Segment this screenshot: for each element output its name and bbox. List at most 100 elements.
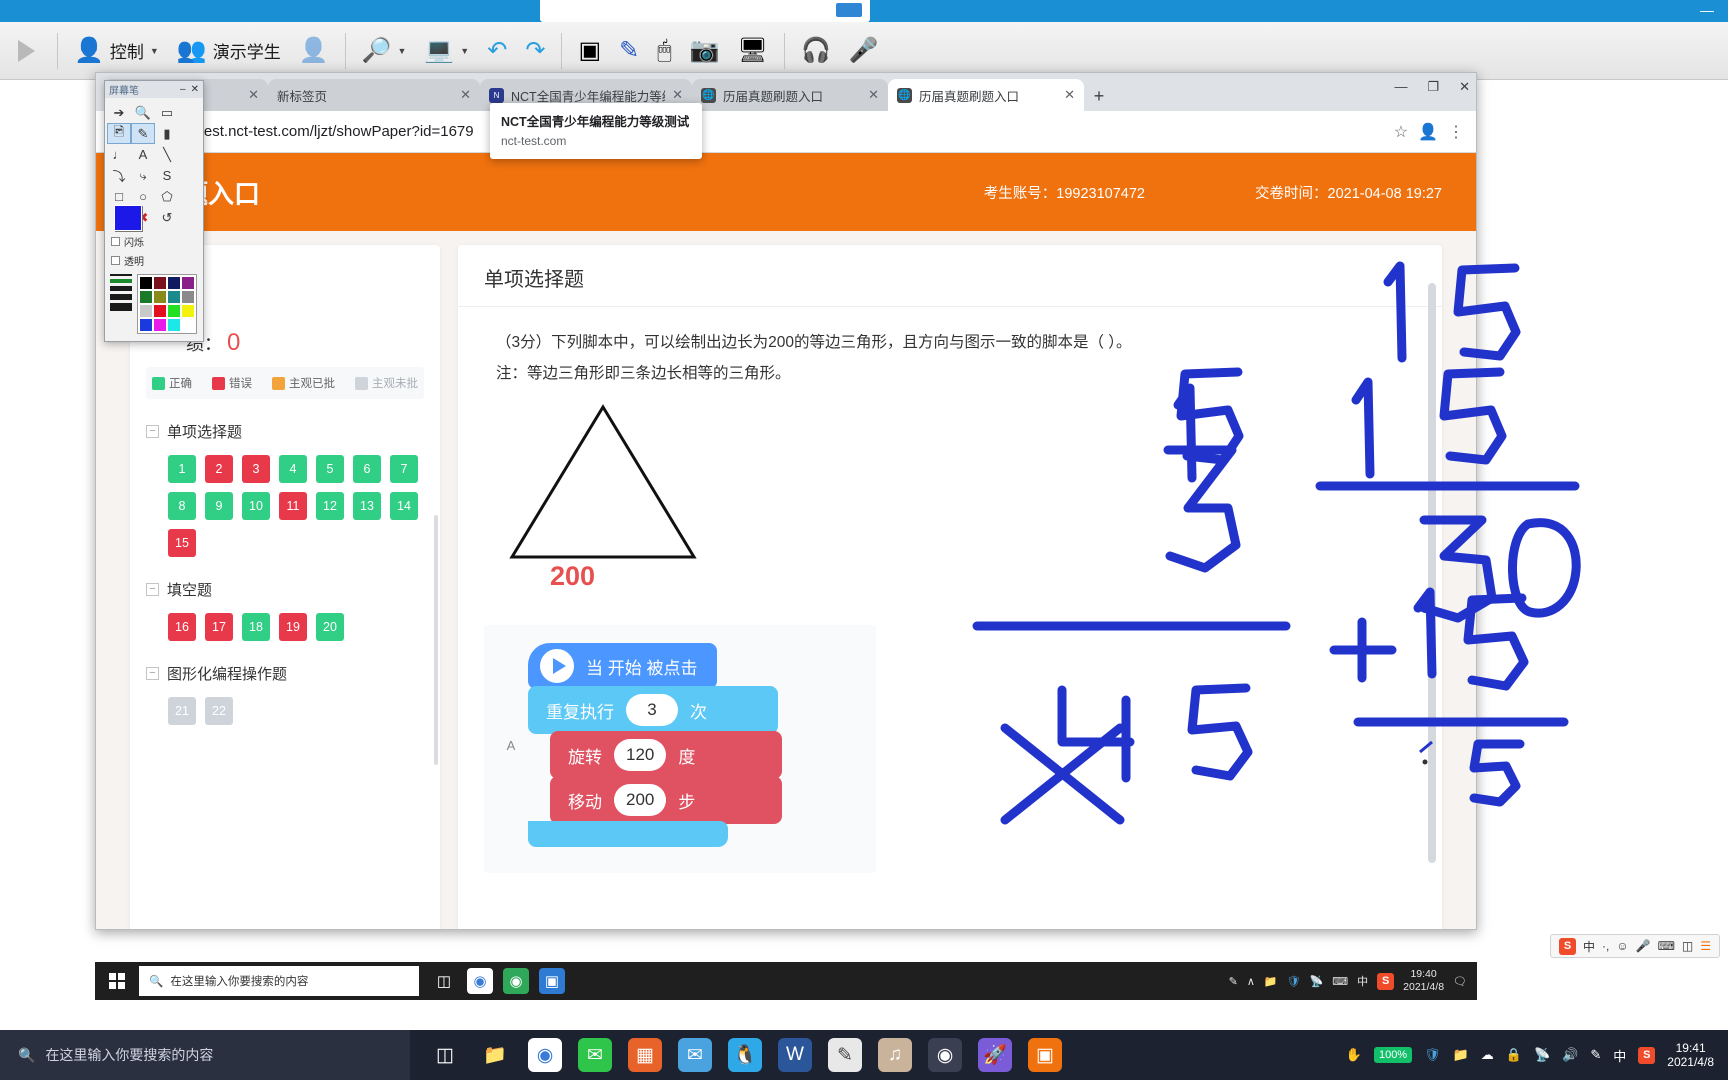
- question-chip-3[interactable]: 3: [242, 455, 270, 483]
- new-tab-button[interactable]: +: [1084, 81, 1114, 111]
- close-icon[interactable]: ✕: [1064, 87, 1075, 103]
- color-swatch-10[interactable]: [168, 305, 180, 317]
- question-chip-10[interactable]: 10: [242, 492, 270, 520]
- comma-icon[interactable]: ·,: [1602, 939, 1609, 953]
- classroom-minimize-button[interactable]: —: [1696, 3, 1718, 19]
- lock-icon[interactable]: 🔒: [1506, 1047, 1522, 1063]
- screen-share-button[interactable]: 🖥: [730, 27, 776, 75]
- close-icon[interactable]: ✕: [248, 87, 259, 103]
- question-chip-13[interactable]: 13: [353, 492, 381, 520]
- undo-stroke-icon[interactable]: ↺: [155, 207, 179, 228]
- color-swatch-5[interactable]: [154, 291, 166, 303]
- ellipse-icon[interactable]: ○: [131, 186, 155, 207]
- browser-tab-1[interactable]: 新标签页 ✕: [268, 79, 480, 111]
- color-swatch-15[interactable]: [182, 319, 194, 331]
- ime-label[interactable]: 中: [1357, 973, 1368, 989]
- minimize-button[interactable]: —: [1394, 79, 1407, 95]
- student-button[interactable]: 👤: [291, 27, 337, 75]
- fill-icon[interactable]: ♩: [107, 144, 131, 165]
- block-move[interactable]: 移动 200 步: [550, 776, 782, 824]
- bookmark-star-icon[interactable]: ☆: [1394, 122, 1408, 142]
- block-repeat[interactable]: 重复执行 3 次: [528, 686, 778, 734]
- wechat-icon[interactable]: ✉: [578, 1038, 612, 1072]
- screen-pen-titlebar[interactable]: 屏幕笔 – ✕: [105, 81, 203, 98]
- play-icon[interactable]: [18, 39, 35, 62]
- question-chip-22[interactable]: 22: [205, 697, 233, 725]
- color-swatch-2[interactable]: [168, 277, 180, 289]
- color-picker-grid[interactable]: [137, 274, 197, 334]
- polygon-icon[interactable]: ⬠: [155, 186, 179, 207]
- shape-layer-icon[interactable]: ▭: [155, 102, 179, 123]
- section-header[interactable]: − 图形化编程操作题: [146, 663, 424, 684]
- double-arrow-icon[interactable]: ⤷: [131, 165, 155, 186]
- stroke-3[interactable]: [110, 286, 132, 291]
- stroke-4[interactable]: [110, 294, 132, 300]
- minimize-icon[interactable]: –: [180, 84, 186, 95]
- blackboard-button[interactable]: ▣: [570, 27, 609, 75]
- color-swatch-9[interactable]: [154, 305, 166, 317]
- block-when-start-clicked[interactable]: 当 开始 被点击: [528, 643, 718, 689]
- pen-icon[interactable]: ✎: [1590, 1047, 1601, 1063]
- broadcast-button[interactable]: 💻 ▼: [416, 27, 477, 75]
- curve-icon[interactable]: S: [155, 165, 179, 186]
- stroke-width-picker[interactable]: [110, 274, 134, 334]
- grid-icon[interactable]: ▦: [628, 1038, 662, 1072]
- address-bar-input[interactable]: simutest.nct-test.com/ljzt/showPaper?id=…: [162, 123, 1384, 140]
- host-ime-label[interactable]: 中: [1613, 1046, 1626, 1065]
- browser-tab-3[interactable]: 🌐 历届真题刷题入口 ✕: [692, 79, 888, 111]
- close-icon[interactable]: ✕: [672, 87, 683, 103]
- question-chip-5[interactable]: 5: [316, 455, 344, 483]
- taskbar-clock[interactable]: 19:40 2021/4/8: [1403, 968, 1444, 994]
- question-chip-1[interactable]: 1: [168, 455, 196, 483]
- monitor-button[interactable]: 🔎 ▼: [354, 27, 415, 75]
- question-chip-16[interactable]: 16: [168, 613, 196, 641]
- rocket-icon[interactable]: 🚀: [978, 1038, 1012, 1072]
- chrome-menu-icon[interactable]: ⋮: [1448, 122, 1464, 142]
- folder-icon[interactable]: 📁: [478, 1038, 512, 1072]
- question-chip-15[interactable]: 15: [168, 529, 196, 557]
- question-scrollbar[interactable]: [1428, 283, 1436, 863]
- stroke-5[interactable]: [110, 303, 132, 311]
- magnifier-icon[interactable]: 🔍: [131, 102, 155, 123]
- record-button[interactable]: 🖱: [649, 27, 679, 75]
- ime-mode-label[interactable]: 中: [1583, 938, 1595, 955]
- folder-icon[interactable]: 📁: [1453, 1047, 1469, 1063]
- color-swatch-14[interactable]: [168, 319, 180, 331]
- question-chip-17[interactable]: 17: [205, 613, 233, 641]
- rectangle-icon[interactable]: □: [107, 186, 131, 207]
- close-icon[interactable]: ✕: [460, 87, 471, 103]
- question-chip-11[interactable]: 11: [279, 492, 307, 520]
- chrome-icon[interactable]: ◉: [467, 968, 493, 994]
- sogou-logo-icon[interactable]: S: [1638, 1046, 1656, 1064]
- keyboard-tray-icon[interactable]: ⌨: [1332, 975, 1348, 988]
- pen-tray-icon[interactable]: ✎: [1229, 975, 1238, 988]
- color-swatch-0[interactable]: [140, 277, 152, 289]
- turn-degrees-input[interactable]: 120: [614, 739, 667, 771]
- text-icon[interactable]: A: [131, 144, 155, 165]
- word-icon[interactable]: W: [778, 1038, 812, 1072]
- chrome-icon[interactable]: ◉: [528, 1038, 562, 1072]
- color-swatch-1[interactable]: [154, 277, 166, 289]
- close-button[interactable]: ✕: [1459, 79, 1470, 95]
- color-swatch-8[interactable]: [140, 305, 152, 317]
- minus-icon[interactable]: −: [146, 667, 159, 680]
- option-a-panel[interactable]: A 当 开始 被点击 重复执行 3 次 旋转 120 度 移动 200 步: [484, 625, 876, 873]
- blue-window-icon[interactable]: ▣: [539, 968, 565, 994]
- hand-icon[interactable]: ✋: [1346, 1047, 1362, 1063]
- task-view-icon[interactable]: ◫: [431, 968, 457, 994]
- arrow-icon[interactable]: ⤵: [107, 165, 131, 186]
- mail-icon[interactable]: ✉: [678, 1038, 712, 1072]
- maximize-button[interactable]: ❐: [1427, 79, 1439, 95]
- color-swatch-4[interactable]: [140, 291, 152, 303]
- question-chip-2[interactable]: 2: [205, 455, 233, 483]
- question-chip-20[interactable]: 20: [316, 613, 344, 641]
- task-view-icon[interactable]: ◫: [428, 1038, 462, 1072]
- network-tray-icon[interactable]: 📡: [1310, 975, 1324, 988]
- section-header[interactable]: − 单项选择题: [146, 421, 424, 442]
- disc-icon[interactable]: ◉: [928, 1038, 962, 1072]
- host-clock[interactable]: 19:41 2021/4/8: [1667, 1041, 1714, 1070]
- section-header[interactable]: − 填空题: [146, 579, 424, 600]
- color-swatch-6[interactable]: [168, 291, 180, 303]
- camera-button[interactable]: 📷: [682, 27, 728, 75]
- menu-icon[interactable]: ☰: [1700, 939, 1711, 953]
